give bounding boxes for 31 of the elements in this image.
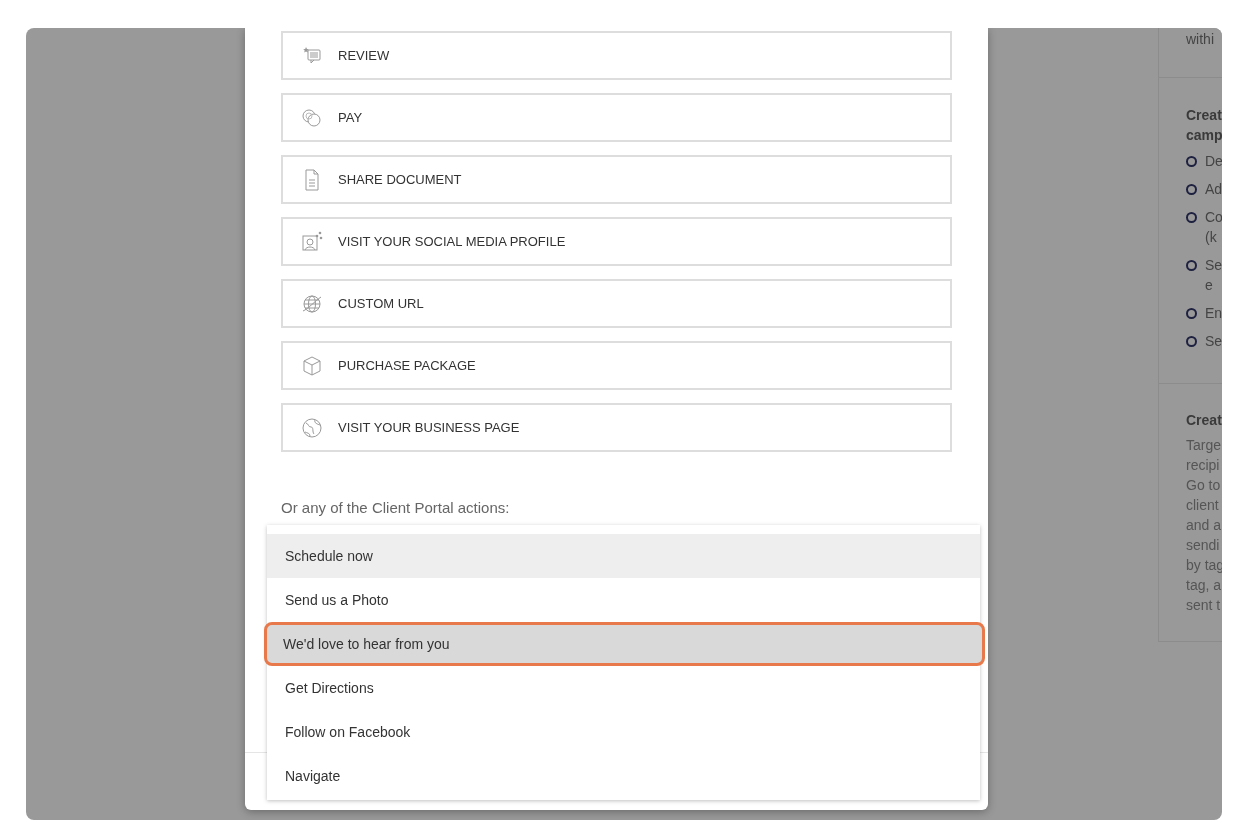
dropdown-option[interactable]: Schedule now <box>267 534 980 578</box>
panel-heading: Creat camp <box>1186 106 1222 145</box>
dropdown-option[interactable]: Navigate <box>267 754 980 798</box>
bullet-icon <box>1186 308 1197 319</box>
action-button[interactable]: PURCHASE PACKAGE <box>281 341 952 390</box>
bullet-icon <box>1186 184 1197 195</box>
action-button[interactable]: VISIT YOUR SOCIAL MEDIA PROFILE <box>281 217 952 266</box>
bullet-text: Ad <box>1205 180 1222 199</box>
bullet-text: En <box>1205 304 1222 323</box>
dropdown-option[interactable]: Follow on Facebook <box>267 710 980 754</box>
dropdown-option[interactable]: Send us a Photo <box>267 578 980 622</box>
bullet-icon <box>1186 212 1197 223</box>
globe-icon <box>300 415 324 440</box>
action-button[interactable]: CUSTOM URL <box>281 279 952 328</box>
panel-text: withi <box>1186 30 1215 49</box>
action-button[interactable]: SHARE DOCUMENT <box>281 155 952 204</box>
social-icon <box>300 229 324 254</box>
section-label: Or any of the Client Portal actions: <box>281 498 511 518</box>
bullet-icon <box>1186 156 1197 167</box>
bullet-text: Se e <box>1205 256 1222 295</box>
action-button[interactable]: PAY <box>281 93 952 142</box>
panel-heading: Creat <box>1186 411 1222 430</box>
bullet-text: Se <box>1205 332 1222 351</box>
bullet-text: Co (k <box>1205 208 1222 247</box>
bullet-text: De <box>1205 152 1222 171</box>
bullet-icon <box>1186 336 1197 347</box>
action-button[interactable]: VISIT YOUR BUSINESS PAGE <box>281 403 952 452</box>
dropdown-option[interactable]: We'd love to hear from you <box>264 622 985 666</box>
dropdown-option[interactable]: Get Directions <box>267 666 980 710</box>
action-button[interactable]: REVIEW <box>281 31 952 80</box>
bullet-icon <box>1186 260 1197 271</box>
